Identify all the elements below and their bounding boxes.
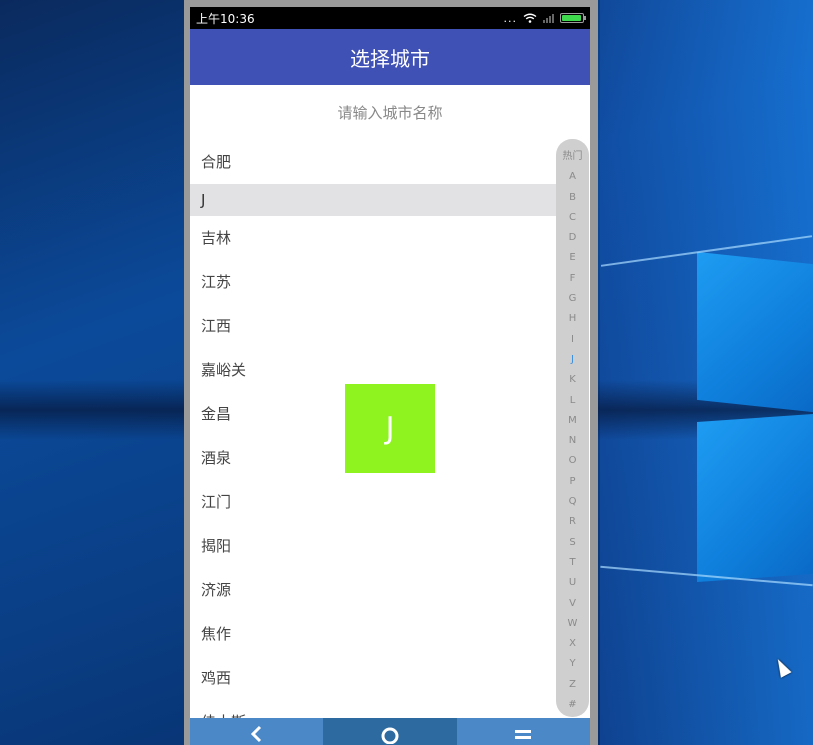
status-bar: 上午10:36 ... xyxy=(190,7,590,29)
index-letter-t[interactable]: T xyxy=(569,553,575,573)
phone-screen: 上午10:36 ... 选择城市 合肥J吉林江苏 xyxy=(190,7,590,745)
city-list-item[interactable]: 佳木斯 xyxy=(190,700,557,718)
phone-emulator-frame: 上午10:36 ... 选择城市 合肥J吉林江苏 xyxy=(184,0,598,745)
battery-icon xyxy=(560,13,586,23)
system-navigation-bar xyxy=(190,718,590,745)
index-letter-c[interactable]: C xyxy=(569,208,576,228)
city-list-item[interactable]: 济源 xyxy=(190,568,557,612)
hamburger-menu-icon xyxy=(515,730,532,739)
index-letter-u[interactable]: U xyxy=(569,573,576,593)
city-list-item[interactable]: 吉林 xyxy=(190,216,557,260)
index-letter-r[interactable]: R xyxy=(569,512,576,532)
index-letter-g[interactable]: G xyxy=(569,289,577,309)
city-list-item[interactable]: 鸡西 xyxy=(190,656,557,700)
city-list-item[interactable]: 揭阳 xyxy=(190,524,557,568)
section-header: J xyxy=(190,184,557,216)
circle-home-icon xyxy=(381,727,399,744)
app-title-bar: 选择城市 xyxy=(190,29,590,85)
index-letter-p[interactable]: P xyxy=(569,472,575,492)
selected-letter-overlay: J xyxy=(345,384,435,473)
index-letter-x[interactable]: X xyxy=(569,634,576,654)
index-letter-s[interactable]: S xyxy=(569,533,575,553)
index-letter-n[interactable]: N xyxy=(569,431,576,451)
city-search-input[interactable] xyxy=(238,102,542,123)
index-letter-l[interactable]: L xyxy=(570,391,576,411)
wifi-icon xyxy=(523,13,537,23)
index-letter-o[interactable]: O xyxy=(569,451,577,471)
index-letter-f[interactable]: F xyxy=(570,269,576,289)
index-letter-j[interactable]: J xyxy=(571,350,574,370)
index-letter-hot[interactable]: 热门 xyxy=(563,147,583,167)
index-letter-d[interactable]: D xyxy=(569,228,577,248)
city-list-item[interactable]: 江苏 xyxy=(190,260,557,304)
city-list-item[interactable]: 合肥 xyxy=(190,140,557,184)
overlay-letter-text: J xyxy=(385,411,395,446)
index-letter-v[interactable]: V xyxy=(569,594,576,614)
index-letter-a[interactable]: A xyxy=(569,167,576,187)
page-title: 选择城市 xyxy=(350,46,430,71)
windows-logo-pane-lower xyxy=(697,413,813,583)
home-button[interactable] xyxy=(323,718,457,745)
index-letter-k[interactable]: K xyxy=(569,370,576,390)
city-list-item[interactable]: 江西 xyxy=(190,304,557,348)
index-letter-b[interactable]: B xyxy=(569,188,576,208)
city-list-item[interactable]: 江门 xyxy=(190,480,557,524)
index-letter-w[interactable]: W xyxy=(568,614,578,634)
menu-button[interactable] xyxy=(456,718,590,745)
status-icons: ... xyxy=(503,11,586,25)
index-letter-y[interactable]: Y xyxy=(569,654,575,674)
index-letter-hash[interactable]: # xyxy=(568,695,576,715)
chevron-left-icon xyxy=(250,725,261,743)
index-letter-e[interactable]: E xyxy=(569,248,575,268)
index-letter-h[interactable]: H xyxy=(569,309,577,329)
alphabet-index-bar[interactable]: 热门 A B C D E F G H I J K L M N O P Q R S T U V W X Y Z # xyxy=(556,139,589,717)
status-time: 上午10:36 xyxy=(196,11,255,26)
back-button[interactable] xyxy=(190,718,324,745)
status-dots: ... xyxy=(503,11,517,25)
index-letter-z[interactable]: Z xyxy=(569,675,576,695)
city-list-item[interactable]: 焦作 xyxy=(190,612,557,656)
index-letter-q[interactable]: Q xyxy=(569,492,577,512)
search-bar xyxy=(190,85,590,140)
index-letter-i[interactable]: I xyxy=(571,330,574,350)
signal-icon xyxy=(543,13,554,23)
index-letter-m[interactable]: M xyxy=(568,411,577,431)
windows-logo-pane-upper xyxy=(697,251,813,413)
